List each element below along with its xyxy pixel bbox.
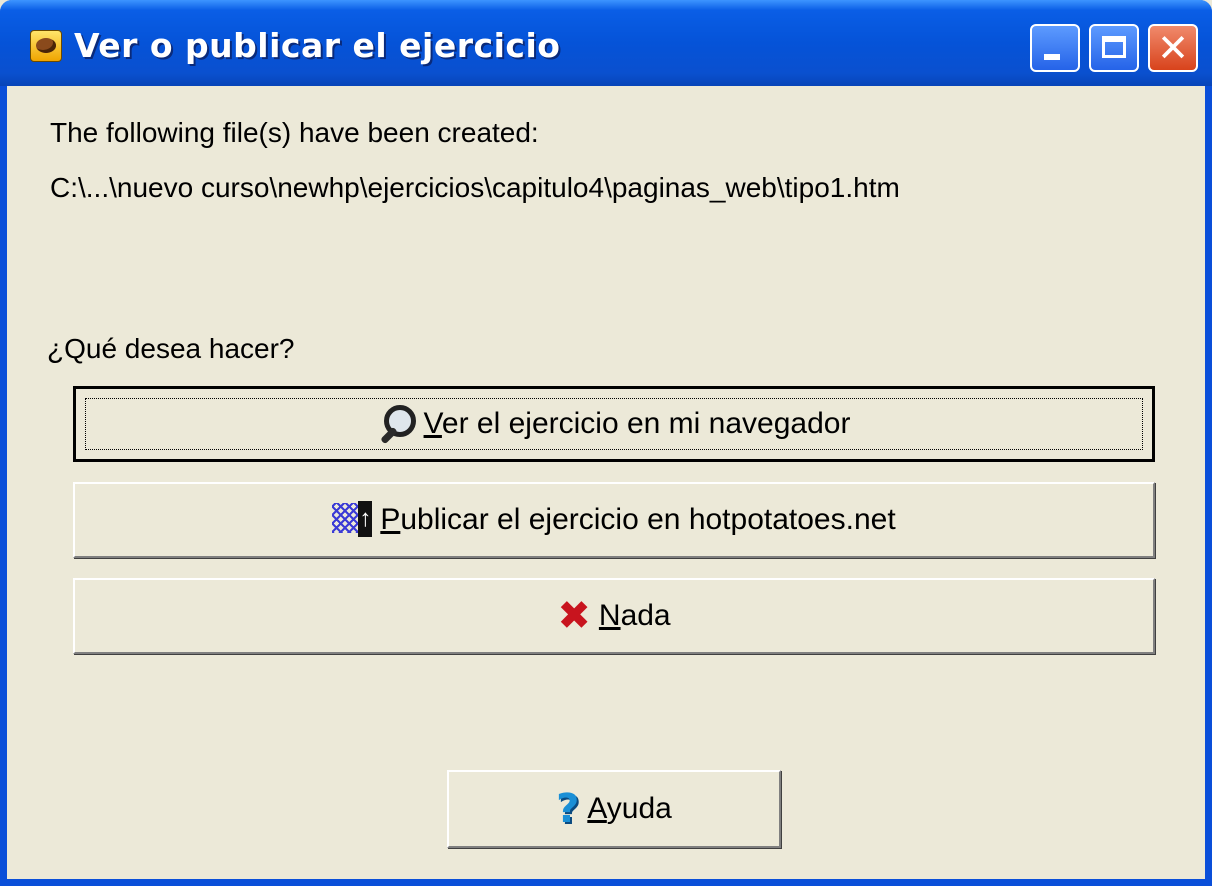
publish-hotpotatoes-button[interactable]: ↑ Publicar el ejercicio en hotpotatoes.n…	[73, 482, 1155, 558]
close-button[interactable]: ✕	[1148, 24, 1198, 72]
web-upload-icon: ↑	[332, 501, 373, 539]
dialog-window: Ver o publicar el ejercicio ✕ The follow…	[0, 0, 1212, 886]
nothing-button-label: Nada	[598, 599, 671, 632]
hot-potatoes-app-icon[interactable]	[30, 30, 62, 62]
minimize-button[interactable]	[1030, 24, 1080, 72]
maximize-icon	[1102, 36, 1126, 58]
help-button-label: Ayuda	[587, 792, 672, 825]
created-files-label: The following file(s) have been created:	[50, 117, 539, 148]
magnifier-icon	[378, 405, 416, 445]
focus-rectangle	[85, 398, 1143, 450]
help-button[interactable]: ? Ayuda	[447, 770, 781, 848]
nothing-button[interactable]: ✖ Nada	[73, 578, 1155, 654]
created-file-path: C:\...\nuevo curso\newhp\ejercicios\capi…	[50, 172, 900, 203]
red-x-icon: ✖	[557, 593, 591, 639]
maximize-button[interactable]	[1089, 24, 1139, 72]
close-icon: ✕	[1157, 26, 1189, 70]
window-title: Ver o publicar el ejercicio	[74, 26, 561, 65]
question-label: ¿Qué desea hacer?	[47, 333, 295, 364]
help-question-icon: ?	[556, 786, 580, 832]
title-bar[interactable]: Ver o publicar el ejercicio ✕	[0, 0, 1212, 86]
publish-button-label: Publicar el ejercicio en hotpotatoes.net	[380, 503, 896, 536]
minimize-icon	[1044, 54, 1060, 60]
view-in-browser-button[interactable]: Ver el ejercicio en mi navegador	[73, 386, 1155, 462]
